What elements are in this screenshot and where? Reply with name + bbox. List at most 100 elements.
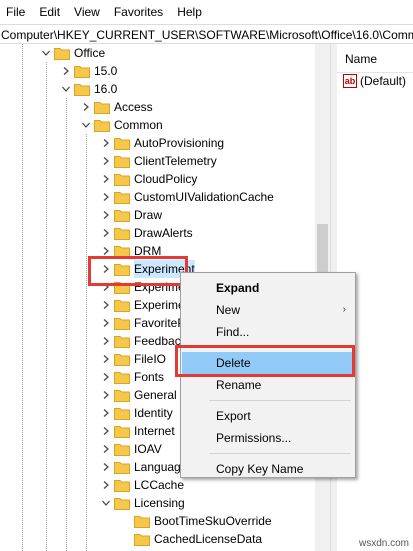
tree-node[interactable]: General <box>100 386 177 404</box>
folder-icon <box>114 389 130 402</box>
tree-node-label: Identity <box>134 406 173 420</box>
tree-node-label: Office <box>74 46 106 60</box>
chevron-right-icon[interactable] <box>100 206 114 224</box>
tree-node-label: CloudPolicy <box>134 172 198 186</box>
folder-icon <box>114 407 130 420</box>
tree-node-label: General <box>134 388 177 402</box>
folder-icon <box>94 101 110 114</box>
folder-icon <box>134 515 150 528</box>
chevron-right-icon[interactable] <box>100 224 114 242</box>
tree-guide-line <box>66 98 67 551</box>
context-menu-permissions[interactable]: Permissions... <box>182 427 354 449</box>
tree-node-label: 16.0 <box>94 82 118 96</box>
tree-node[interactable]: Fonts <box>100 368 164 386</box>
menu-item-label: New <box>216 303 241 317</box>
folder-icon <box>114 335 130 348</box>
chevron-down-icon[interactable] <box>100 494 114 512</box>
tree-node[interactable]: 16.0 <box>60 80 117 98</box>
tree-node-label: Common <box>114 118 163 132</box>
chevron-down-icon[interactable] <box>80 116 94 134</box>
folder-icon <box>114 299 130 312</box>
chevron-right-icon[interactable] <box>80 98 94 116</box>
name-column-header[interactable]: Name <box>345 52 377 66</box>
context-menu-new[interactable]: New › <box>182 299 354 321</box>
chevron-right-icon[interactable] <box>100 368 114 386</box>
chevron-right-icon[interactable] <box>100 314 114 332</box>
chevron-right-icon[interactable] <box>100 332 114 350</box>
tree-node[interactable]: CachedLicenseData <box>120 530 262 548</box>
menu-separator <box>209 400 351 401</box>
chevron-right-icon[interactable] <box>100 386 114 404</box>
tree-node[interactable]: CloudPolicy <box>100 170 197 188</box>
tree-node[interactable]: Office <box>40 44 105 62</box>
folder-icon <box>114 353 130 366</box>
menu-item-label: Copy Key Name <box>216 462 304 476</box>
tree-node-label: ClientTelemetry <box>134 154 217 168</box>
folder-icon <box>114 443 130 456</box>
tree-node[interactable]: Feedback <box>100 332 187 350</box>
chevron-down-icon[interactable] <box>60 80 74 98</box>
menu-item-label: Rename <box>216 378 262 392</box>
chevron-down-icon[interactable] <box>40 44 54 62</box>
menu-item-label: Expand <box>216 281 260 295</box>
tree-node[interactable]: LCCache <box>100 476 184 494</box>
menu-file[interactable]: File <box>0 0 33 24</box>
tree-node-label: CustomUIValidationCache <box>134 190 274 204</box>
address-bar[interactable]: Computer\HKEY_CURRENT_USER\SOFTWARE\Micr… <box>0 24 413 44</box>
chevron-right-icon[interactable] <box>60 62 74 80</box>
tree-node[interactable]: Access <box>80 98 153 116</box>
tree-node[interactable]: Internet <box>100 422 175 440</box>
folder-icon <box>114 209 130 222</box>
context-menu-rename[interactable]: Rename <box>182 374 354 396</box>
folder-icon <box>74 65 90 78</box>
tree-node[interactable]: Licensing <box>100 494 185 512</box>
context-menu-find[interactable]: Find... <box>182 321 354 343</box>
chevron-right-icon[interactable] <box>100 476 114 494</box>
tree-node[interactable]: CustomUIValidationCache <box>100 188 274 206</box>
chevron-right-icon[interactable] <box>100 458 114 476</box>
chevron-right-icon[interactable] <box>100 296 114 314</box>
tree-node[interactable]: Draw <box>100 206 162 224</box>
tree-node[interactable]: AutoProvisioning <box>100 134 224 152</box>
tree-node[interactable]: FileIO <box>100 350 166 368</box>
context-menu-export[interactable]: Export <box>182 405 354 427</box>
chevron-right-icon[interactable] <box>100 422 114 440</box>
tree-node-label: IOAV <box>134 442 162 456</box>
tree-node[interactable]: ClientTelemetry <box>100 152 217 170</box>
folder-icon <box>114 371 130 384</box>
menu-help[interactable]: Help <box>171 0 210 24</box>
tree-node[interactable]: Identity <box>100 404 173 422</box>
tree-node-label: LCCache <box>134 478 185 492</box>
context-menu-expand[interactable]: Expand <box>182 277 354 299</box>
tree-guide-line <box>22 44 23 551</box>
context-menu-copy-key-name[interactable]: Copy Key Name <box>182 458 354 480</box>
folder-icon <box>114 461 130 474</box>
menu-item-label: Export <box>216 409 251 423</box>
tree-node-label: Draw <box>134 208 163 222</box>
chevron-right-icon[interactable] <box>100 134 114 152</box>
menu-view[interactable]: View <box>68 0 108 24</box>
folder-icon <box>54 47 70 60</box>
tree-node[interactable]: Common <box>80 116 163 134</box>
chevron-right-icon[interactable] <box>100 152 114 170</box>
folder-icon <box>74 83 90 96</box>
menu-edit[interactable]: Edit <box>33 0 68 24</box>
tree-node[interactable]: DrawAlerts <box>100 224 193 242</box>
folder-icon <box>114 479 130 492</box>
tree-node[interactable]: 15.0 <box>60 62 117 80</box>
folder-icon <box>114 497 130 510</box>
tree-node[interactable]: IOAV <box>100 440 162 458</box>
chevron-right-icon[interactable] <box>100 350 114 368</box>
chevron-right-icon[interactable] <box>100 404 114 422</box>
value-row[interactable]: ab (Default) <box>343 74 406 88</box>
folder-icon <box>114 191 130 204</box>
chevron-right-icon[interactable] <box>100 170 114 188</box>
chevron-right-icon[interactable] <box>100 440 114 458</box>
tree-node[interactable]: BootTimeSkuOverride <box>120 512 272 530</box>
folder-icon <box>114 425 130 438</box>
menu-favorites[interactable]: Favorites <box>108 0 171 24</box>
chevron-right-icon[interactable] <box>100 188 114 206</box>
string-value-icon: ab <box>343 74 357 88</box>
